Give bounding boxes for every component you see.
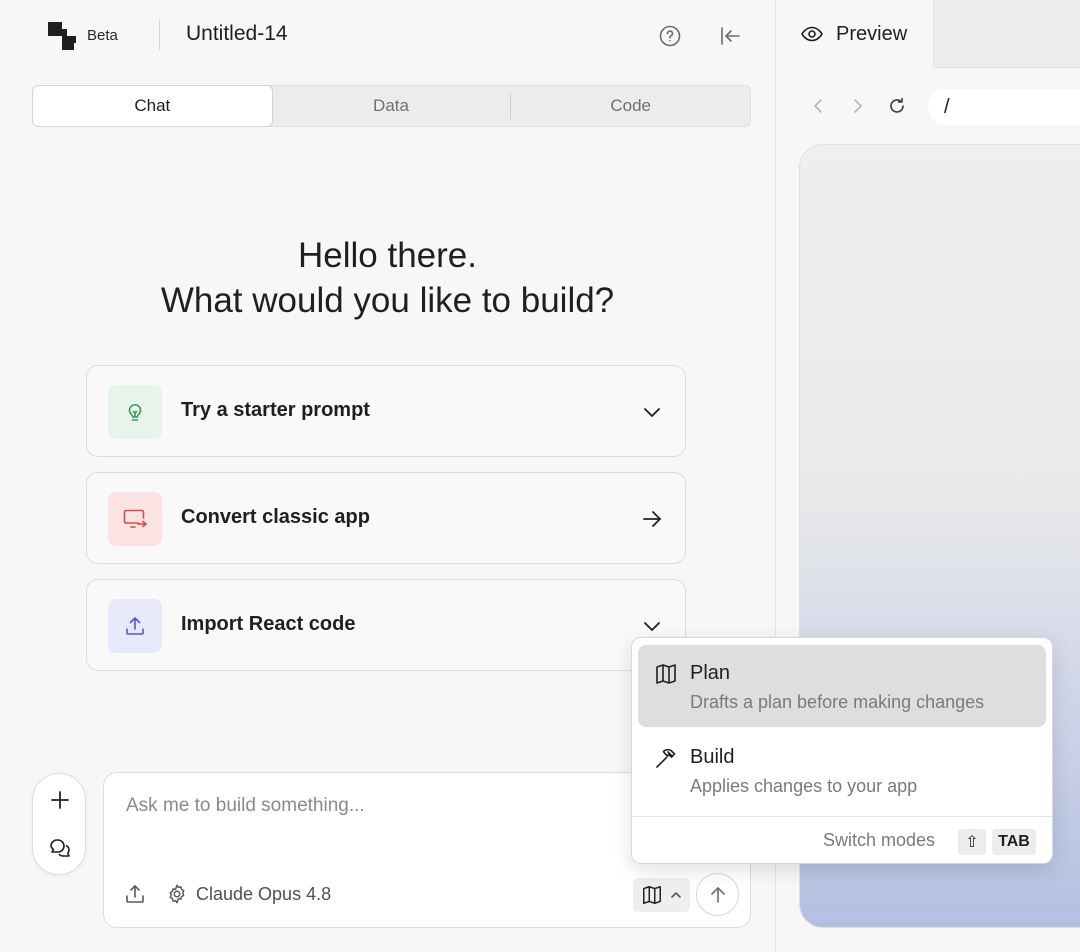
card-label: Convert classic app bbox=[181, 506, 370, 528]
convert-classic-app-card[interactable]: Convert classic app bbox=[86, 472, 686, 564]
chevron-down-icon bbox=[641, 615, 663, 637]
forward-icon[interactable] bbox=[848, 96, 868, 116]
mode-title: Build bbox=[690, 746, 735, 768]
mode-option-plan[interactable]: Plan Drafts a plan before making changes bbox=[638, 645, 1046, 727]
tab-preview[interactable]: Preview bbox=[776, 0, 934, 68]
chevron-up-icon bbox=[669, 888, 683, 902]
tab-key-hint: TAB bbox=[992, 829, 1036, 855]
gear-icon bbox=[166, 883, 188, 905]
url-text: / bbox=[944, 95, 950, 118]
chevron-down-icon bbox=[641, 401, 663, 423]
preview-tab-label: Preview bbox=[836, 22, 908, 45]
plus-icon[interactable] bbox=[48, 788, 72, 812]
switch-modes-label: Switch modes bbox=[823, 830, 936, 850]
app-logo-icon[interactable] bbox=[48, 22, 76, 50]
mode-title: Plan bbox=[690, 662, 731, 684]
url-bar[interactable]: / bbox=[928, 89, 1080, 125]
arrow-up-icon bbox=[708, 885, 728, 905]
mode-description: Drafts a plan before making changes bbox=[690, 692, 985, 712]
send-button[interactable] bbox=[696, 873, 739, 916]
collapse-panel-icon[interactable] bbox=[718, 24, 742, 48]
card-label: Import React code bbox=[181, 613, 356, 635]
upload-icon bbox=[108, 599, 162, 653]
import-react-code-card[interactable]: Import React code bbox=[86, 579, 686, 671]
model-name: Claude Opus 4.8 bbox=[196, 883, 332, 904]
preview-tabbar-fill bbox=[935, 0, 1080, 68]
upload-icon[interactable] bbox=[124, 883, 146, 905]
tab-data[interactable]: Data bbox=[272, 86, 511, 126]
mode-menu: Plan Drafts a plan before making changes… bbox=[631, 637, 1053, 864]
card-label: Try a starter prompt bbox=[181, 399, 370, 421]
arrow-right-icon bbox=[641, 508, 663, 530]
tab-chat[interactable]: Chat bbox=[32, 85, 273, 127]
menu-divider bbox=[632, 816, 1052, 817]
tab-code[interactable]: Code bbox=[511, 86, 750, 126]
monitor-arrow-icon bbox=[108, 492, 162, 546]
starter-prompt-card[interactable]: Try a starter prompt bbox=[86, 365, 686, 457]
greeting-line-2: What would you like to build? bbox=[160, 281, 615, 320]
greeting-line-1: Hello there. bbox=[298, 236, 477, 275]
chat-bubbles-icon[interactable] bbox=[48, 836, 72, 860]
shift-key-hint: ⇧ bbox=[958, 829, 986, 855]
model-selector[interactable]: Claude Opus 4.8 bbox=[166, 882, 331, 906]
side-actions bbox=[32, 773, 86, 875]
mode-description: Applies changes to your app bbox=[690, 776, 918, 796]
eye-icon bbox=[800, 22, 824, 46]
lightbulb-icon bbox=[108, 385, 162, 439]
prompt-input[interactable]: Ask me to build something... bbox=[126, 795, 365, 817]
title-divider bbox=[159, 20, 160, 50]
beta-badge: Beta bbox=[87, 27, 118, 44]
mode-option-build[interactable]: Build Applies changes to your app bbox=[638, 729, 1046, 811]
map-icon bbox=[654, 662, 678, 686]
map-icon bbox=[641, 884, 663, 906]
reload-icon[interactable] bbox=[887, 96, 907, 116]
back-icon[interactable] bbox=[808, 96, 828, 116]
main-tabs: Chat Data Code bbox=[32, 85, 751, 127]
document-title[interactable]: Untitled-14 bbox=[186, 22, 288, 46]
hammer-icon bbox=[654, 746, 678, 770]
mode-toggle-button[interactable] bbox=[633, 878, 690, 912]
help-icon[interactable] bbox=[658, 24, 682, 48]
